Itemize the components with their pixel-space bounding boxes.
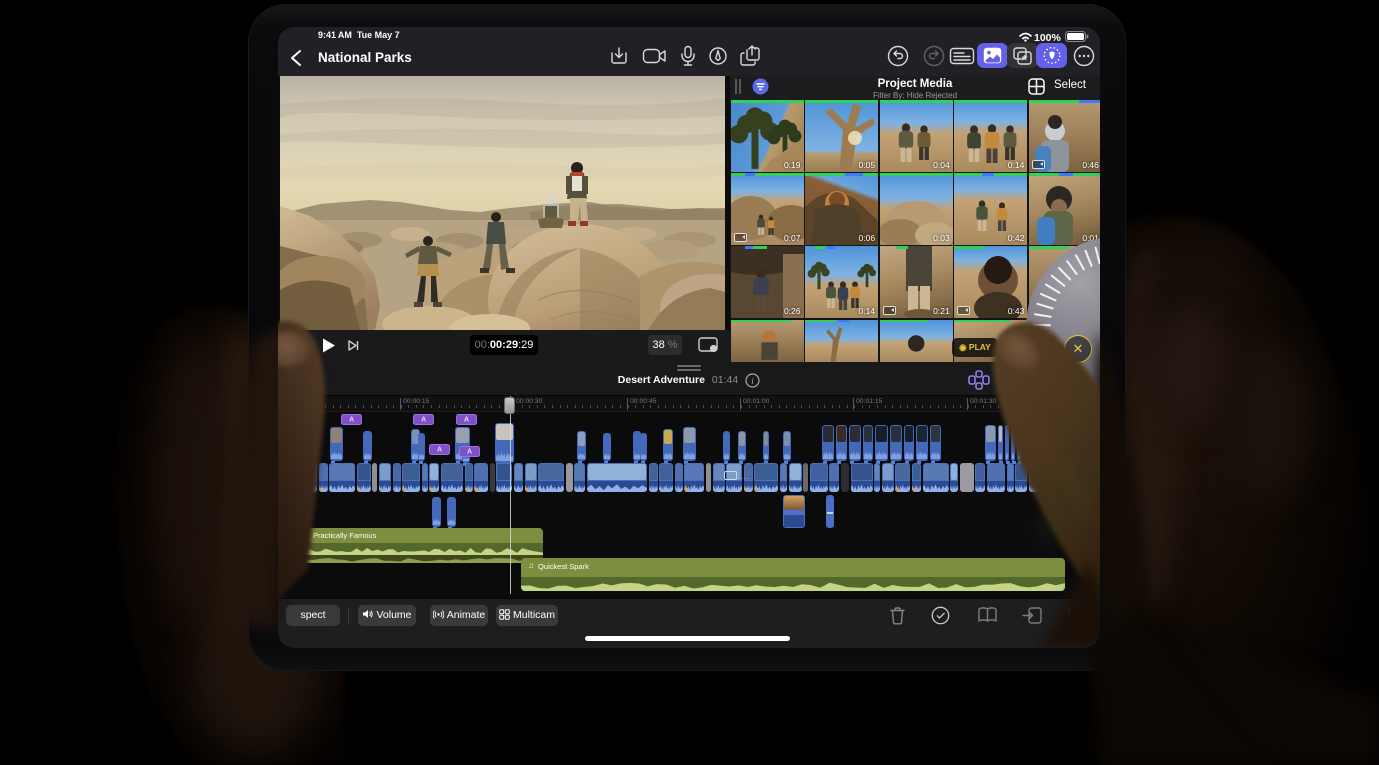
svg-text:i: i <box>751 375 754 385</box>
svg-text:100%: 100% <box>1034 32 1062 42</box>
